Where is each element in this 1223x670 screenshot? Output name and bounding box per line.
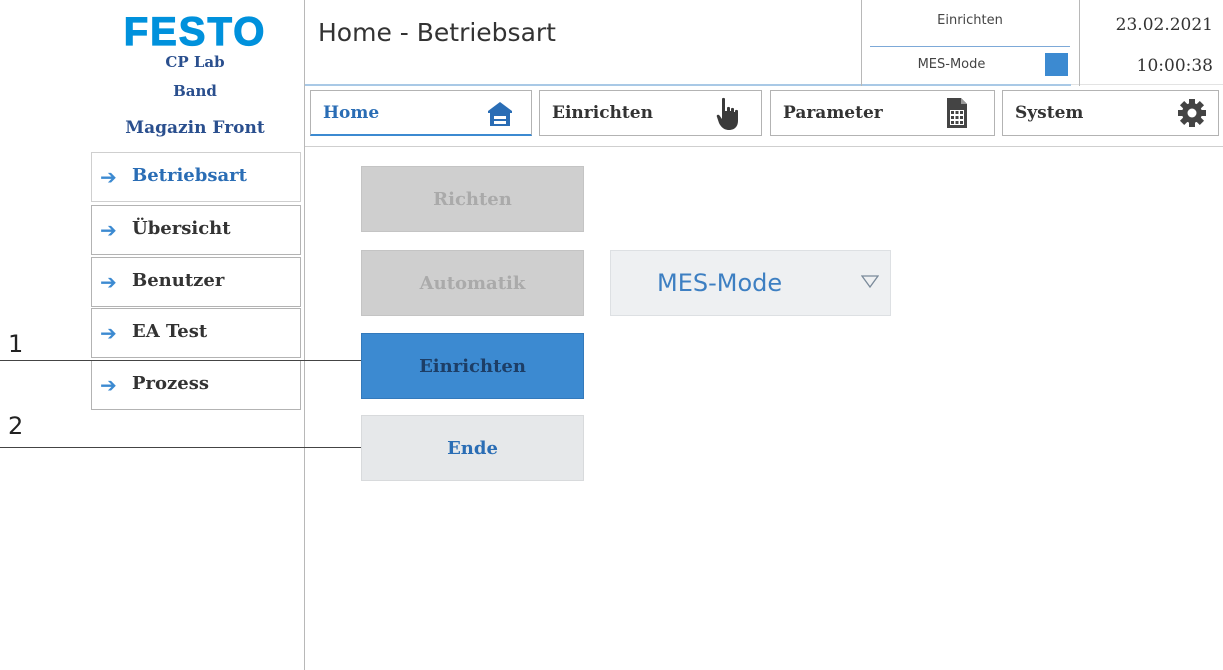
station-line-1: CP Lab <box>165 53 225 71</box>
time-display: 10:00:38 <box>1136 56 1213 76</box>
tab-einrichten-label: Einrichten <box>552 103 653 123</box>
status-mode-label: Einrichten <box>937 13 1003 28</box>
mes-status-indicator <box>1045 53 1068 76</box>
einrichten-button[interactable]: Einrichten <box>361 333 584 399</box>
arrow-right-icon: ➔ <box>100 373 117 397</box>
station-line-2: Band <box>173 82 217 100</box>
status-separator <box>870 46 1070 47</box>
home-building-icon <box>487 99 513 132</box>
tab-einrichten[interactable]: Einrichten <box>539 90 762 136</box>
gear-icon <box>1177 98 1207 133</box>
automatik-button[interactable]: Automatik <box>361 250 584 316</box>
festo-logo-mark: FESTO <box>123 9 267 54</box>
arrow-right-icon: ➔ <box>100 165 117 189</box>
mode-dropdown-value: MES-Mode <box>657 269 783 297</box>
ende-button[interactable]: Ende <box>361 415 584 481</box>
festo-logo: FESTO <box>115 9 275 54</box>
hand-pointer-icon <box>716 97 740 136</box>
tab-system-label: System <box>1015 103 1084 123</box>
sidebar-item-label: Prozess <box>132 373 209 394</box>
callout-number-2: 2 <box>8 412 24 440</box>
station-line-3: Magazin Front <box>125 118 265 138</box>
triangle-down-icon <box>860 273 880 291</box>
sidebar-item-label: EA Test <box>132 321 208 342</box>
svg-text:FESTO: FESTO <box>124 12 267 50</box>
tab-home[interactable]: Home <box>310 90 532 136</box>
callout-line-2 <box>0 447 361 448</box>
sidebar-item-ea-test[interactable]: ➔ EA Test <box>91 308 301 358</box>
main-divider <box>304 0 305 670</box>
tabs-divider <box>305 146 1223 147</box>
tab-parameter-label: Parameter <box>783 103 883 123</box>
station-info: FESTO CP Lab Band Magazin Front <box>95 0 295 148</box>
tab-home-label: Home <box>323 103 380 123</box>
tab-system[interactable]: System <box>1002 90 1219 136</box>
document-table-icon <box>946 97 968 134</box>
callout-line-1 <box>0 360 361 361</box>
sidebar-item-label: Betriebsart <box>132 165 247 186</box>
status-divider-left <box>861 0 862 86</box>
header-divider <box>1071 84 1223 85</box>
sidebar-item-prozess[interactable]: ➔ Prozess <box>91 360 301 410</box>
status-mes-label: MES-Mode <box>917 57 986 72</box>
callout-number-1: 1 <box>8 330 24 358</box>
richten-button[interactable]: Richten <box>361 166 584 232</box>
tab-parameter[interactable]: Parameter <box>770 90 995 136</box>
status-divider-right <box>1079 0 1080 86</box>
sidebar-item-label: Benutzer <box>132 270 225 291</box>
arrow-right-icon: ➔ <box>100 270 117 294</box>
sidebar-item-benutzer[interactable]: ➔ Benutzer <box>91 257 301 307</box>
title-underline <box>305 84 1071 86</box>
sidebar-item-uebersicht[interactable]: ➔ Übersicht <box>91 205 301 255</box>
date-display: 23.02.2021 <box>1115 15 1213 35</box>
sidebar-item-betriebsart[interactable]: ➔ Betriebsart <box>91 152 301 202</box>
mode-dropdown[interactable]: MES-Mode <box>610 250 891 316</box>
arrow-right-icon: ➔ <box>100 218 117 242</box>
page-title: Home - Betriebsart <box>318 18 556 47</box>
arrow-right-icon: ➔ <box>100 321 117 345</box>
sidebar-item-label: Übersicht <box>132 218 231 239</box>
